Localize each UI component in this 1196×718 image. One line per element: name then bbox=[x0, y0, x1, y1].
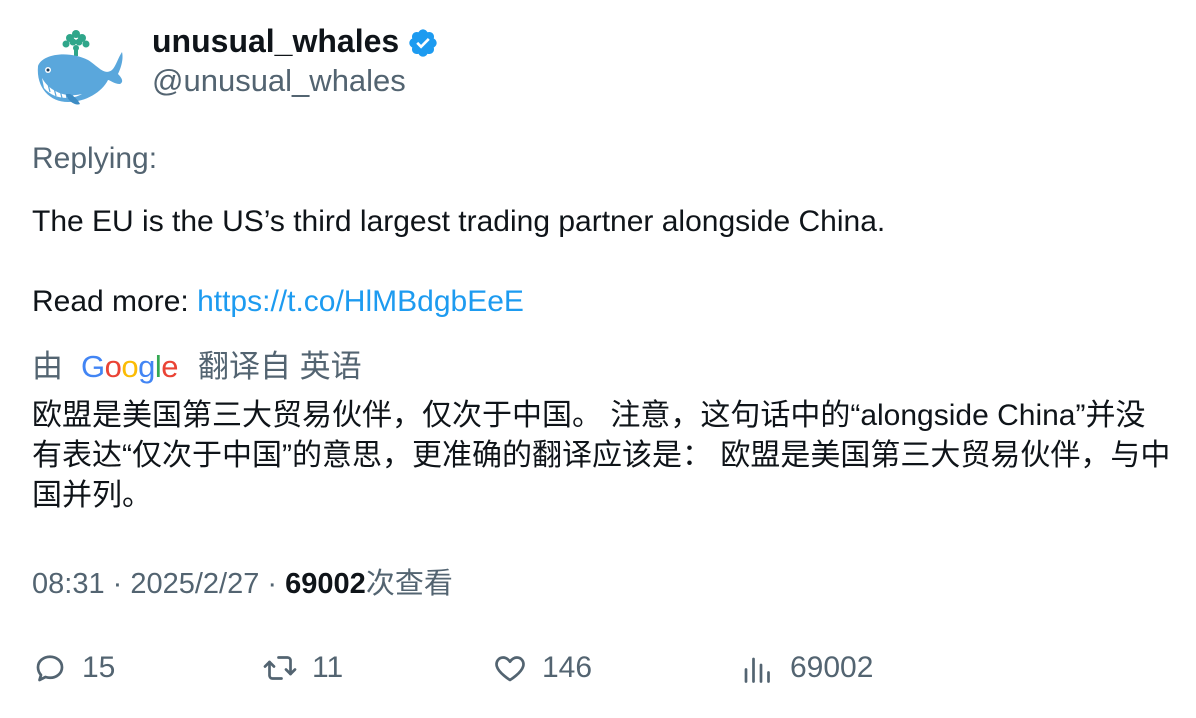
meta-separator: · bbox=[259, 568, 286, 600]
heart-icon bbox=[495, 656, 525, 682]
author-name-row[interactable]: unusual_whales bbox=[152, 22, 439, 60]
tweet-meta: 08:31 · 2025/2/27 · 69002次查看 bbox=[32, 564, 453, 604]
replying-label: Replying: bbox=[32, 142, 158, 175]
translation-by-label: 由 bbox=[32, 349, 63, 384]
retweet-icon bbox=[263, 656, 297, 680]
author-handle[interactable]: @unusual_whales bbox=[152, 62, 406, 100]
views-action-count: 69002 bbox=[790, 651, 874, 684]
tweet-date[interactable]: 2025/2/27 bbox=[130, 568, 259, 600]
google-logo-icon: Google bbox=[81, 349, 179, 384]
translation-attribution: 由 Google 翻译自 英语 bbox=[32, 346, 362, 388]
tweet-time[interactable]: 08:31 bbox=[32, 568, 105, 600]
translated-from-label: 翻译自 英语 bbox=[198, 349, 362, 384]
reply-count: 15 bbox=[82, 651, 116, 684]
views-count: 69002 bbox=[285, 568, 366, 600]
avatar[interactable] bbox=[32, 26, 124, 110]
retweet-count: 11 bbox=[312, 651, 344, 684]
like-count: 146 bbox=[542, 651, 593, 684]
views-label: 次查看 bbox=[365, 568, 453, 600]
tweet-text-line: The EU is the US’s third largest trading… bbox=[32, 205, 886, 238]
like-button[interactable]: 146 bbox=[492, 650, 592, 686]
analytics-icon bbox=[744, 657, 770, 683]
author-name[interactable]: unusual_whales bbox=[152, 22, 399, 60]
translated-text: 欧盟是美国第三大贸易伙伴，仅次于中国。 注意，这句话中的“alongside C… bbox=[32, 399, 1171, 512]
views-button[interactable]: 69002 bbox=[740, 650, 873, 686]
read-more-label: Read more: bbox=[32, 285, 198, 318]
read-more-line: Read more: https://t.co/HlMBdgbEeE bbox=[32, 282, 1172, 322]
tweet-text: The EU is the US’s third largest trading… bbox=[32, 202, 1172, 322]
reply-button[interactable]: 15 bbox=[32, 650, 115, 686]
action-bar: 15 11 146 69002 bbox=[0, 650, 1196, 694]
verified-badge-icon bbox=[409, 29, 437, 57]
reply-icon bbox=[36, 655, 64, 682]
meta-separator: · bbox=[104, 568, 131, 600]
retweet-button[interactable]: 11 bbox=[262, 650, 343, 686]
tweet-link[interactable]: https://t.co/HlMBdgbEeE bbox=[197, 285, 524, 318]
